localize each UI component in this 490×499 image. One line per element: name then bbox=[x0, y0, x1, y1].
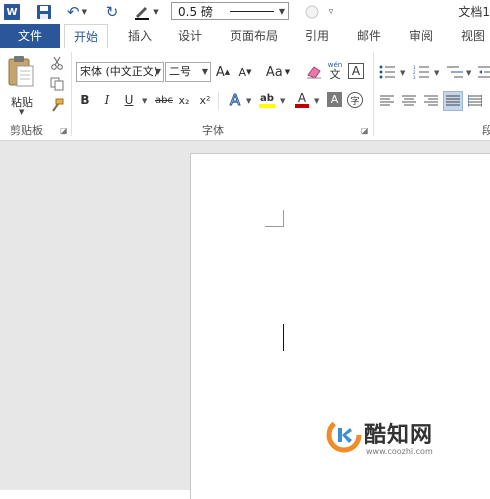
chevron-down-icon[interactable]: ▼ bbox=[314, 97, 319, 105]
align-right-icon[interactable] bbox=[422, 92, 440, 110]
tab-insert[interactable]: 插入 bbox=[124, 24, 156, 48]
bold-button[interactable]: B bbox=[78, 91, 92, 109]
clipboard-group-label: 剪贴板 bbox=[10, 124, 43, 137]
distributed-icon[interactable] bbox=[466, 92, 484, 110]
format-painter-icon[interactable] bbox=[48, 96, 66, 114]
strikethrough-button[interactable]: abc bbox=[154, 91, 174, 109]
justify-icon[interactable] bbox=[443, 91, 463, 111]
font-color-bar bbox=[295, 104, 309, 108]
watermark-name: 酷知网 bbox=[364, 423, 434, 448]
line-weight-dropdown[interactable]: 0.5 磅 ▼ bbox=[171, 2, 289, 20]
tab-design[interactable]: 设计 bbox=[172, 24, 208, 48]
shrink-font-icon[interactable]: A ▼ bbox=[236, 63, 254, 81]
grow-font-icon[interactable]: A ▲ bbox=[214, 63, 232, 81]
font-launcher-icon[interactable]: ◪ bbox=[361, 126, 369, 135]
watermark-url: www.coozhi.com bbox=[366, 447, 433, 456]
chevron-down-icon[interactable]: ▼ bbox=[142, 97, 147, 105]
chevron-down-icon: ▼ bbox=[154, 67, 161, 76]
cut-icon[interactable] bbox=[48, 54, 66, 72]
font-group-label: 字体 bbox=[202, 124, 224, 137]
clear-formatting-icon[interactable] bbox=[305, 63, 323, 81]
tab-references[interactable]: 引用 bbox=[300, 24, 334, 48]
superscript-button[interactable]: x² bbox=[198, 91, 212, 109]
clipboard-icon bbox=[8, 56, 34, 87]
underline-button[interactable]: U bbox=[122, 91, 136, 109]
word-logo-icon: W bbox=[4, 4, 20, 20]
tab-review[interactable]: 审阅 bbox=[404, 24, 438, 48]
chevron-down-icon: ▼ bbox=[201, 67, 208, 76]
tab-mailings[interactable]: 邮件 bbox=[352, 24, 386, 48]
svg-text:3: 3 bbox=[413, 75, 416, 79]
highlight-color-bar bbox=[259, 103, 275, 108]
text-cursor bbox=[283, 324, 284, 351]
character-border-icon[interactable]: A bbox=[348, 63, 364, 79]
chevron-down-icon[interactable]: ▼ bbox=[466, 69, 471, 77]
undo-icon[interactable]: ↶ ▼ bbox=[66, 3, 88, 21]
font-size-dropdown[interactable]: 二号 ▼ bbox=[165, 62, 211, 82]
chevron-down-icon[interactable]: ▼ bbox=[280, 97, 285, 105]
ribbon-tabs: 文件 开始 插入 设计 页面布局 引用 邮件 审阅 视图 bbox=[0, 24, 490, 49]
font-name-value: 宋体 (中文正文) bbox=[80, 65, 159, 78]
align-center-icon[interactable] bbox=[400, 92, 418, 110]
chevron-down-icon: ▼ bbox=[278, 7, 285, 16]
copy-icon[interactable] bbox=[48, 75, 66, 93]
tab-file[interactable]: 文件 bbox=[0, 24, 60, 48]
change-case-button[interactable]: Aa ▼ bbox=[263, 63, 293, 81]
text-effects-button[interactable]: A bbox=[227, 91, 243, 110]
quick-access-toolbar: W ↶ ▼ ↻ ▼ 0.5 磅 ▼ ▿ 文档1 bbox=[0, 0, 490, 24]
redo-icon[interactable]: ↻ bbox=[104, 3, 120, 21]
align-left-icon[interactable] bbox=[378, 92, 396, 110]
group-divider bbox=[71, 52, 72, 136]
numbering-icon[interactable]: 123 bbox=[412, 63, 430, 81]
save-icon[interactable] bbox=[36, 3, 52, 21]
tab-page-layout[interactable]: 页面布局 bbox=[226, 24, 282, 48]
margin-corner-mark bbox=[265, 210, 284, 227]
enclose-characters-button[interactable]: 字 bbox=[347, 92, 363, 108]
customize-qat-icon[interactable]: ▿ bbox=[326, 3, 336, 21]
decrease-indent-icon[interactable] bbox=[476, 63, 490, 81]
chevron-down-icon: ▼ bbox=[19, 108, 25, 116]
site-watermark: 酷知网 www.coozhi.com bbox=[326, 415, 466, 461]
phonetic-guide-icon[interactable]: wén 文 bbox=[326, 61, 344, 80]
pen-color-icon[interactable]: ▼ bbox=[132, 3, 160, 21]
line-weight-value: 0.5 磅 bbox=[178, 5, 213, 19]
subscript-button[interactable]: x₂ bbox=[177, 91, 191, 109]
document-title: 文档1 bbox=[458, 5, 490, 19]
chevron-down-icon[interactable]: ▼ bbox=[400, 69, 405, 77]
shape-outline-icon[interactable] bbox=[304, 3, 320, 21]
paragraph-group-label: 段 bbox=[482, 124, 490, 137]
watermark-logo-icon bbox=[326, 417, 362, 453]
bullets-icon[interactable] bbox=[378, 63, 396, 81]
tab-home[interactable]: 开始 bbox=[64, 24, 108, 49]
group-divider bbox=[373, 52, 374, 136]
line-sample bbox=[230, 11, 274, 12]
divider bbox=[218, 92, 219, 110]
highlight-button[interactable]: ab bbox=[258, 91, 276, 109]
italic-button[interactable]: I bbox=[100, 91, 114, 109]
font-name-dropdown[interactable]: 宋体 (中文正文) ▼ bbox=[76, 62, 164, 82]
clipboard-launcher-icon[interactable]: ◪ bbox=[60, 126, 68, 135]
ribbon-home: 粘贴 ▼ 剪贴板 ◪ 宋体 (中文正文) ▼ 二号 ▼ A ▲ A ▼ Aa ▼ wé… bbox=[0, 48, 490, 141]
font-size-value: 二号 bbox=[169, 65, 191, 78]
character-shading-button[interactable]: A bbox=[327, 92, 342, 107]
chevron-down-icon[interactable]: ▼ bbox=[246, 97, 251, 105]
chevron-down-icon[interactable]: ▼ bbox=[434, 69, 439, 77]
multilevel-list-icon[interactable] bbox=[446, 63, 464, 81]
font-color-button[interactable]: A bbox=[294, 91, 310, 109]
tab-view[interactable]: 视图 bbox=[456, 24, 490, 48]
paste-button[interactable]: 粘贴 ▼ bbox=[6, 54, 40, 116]
